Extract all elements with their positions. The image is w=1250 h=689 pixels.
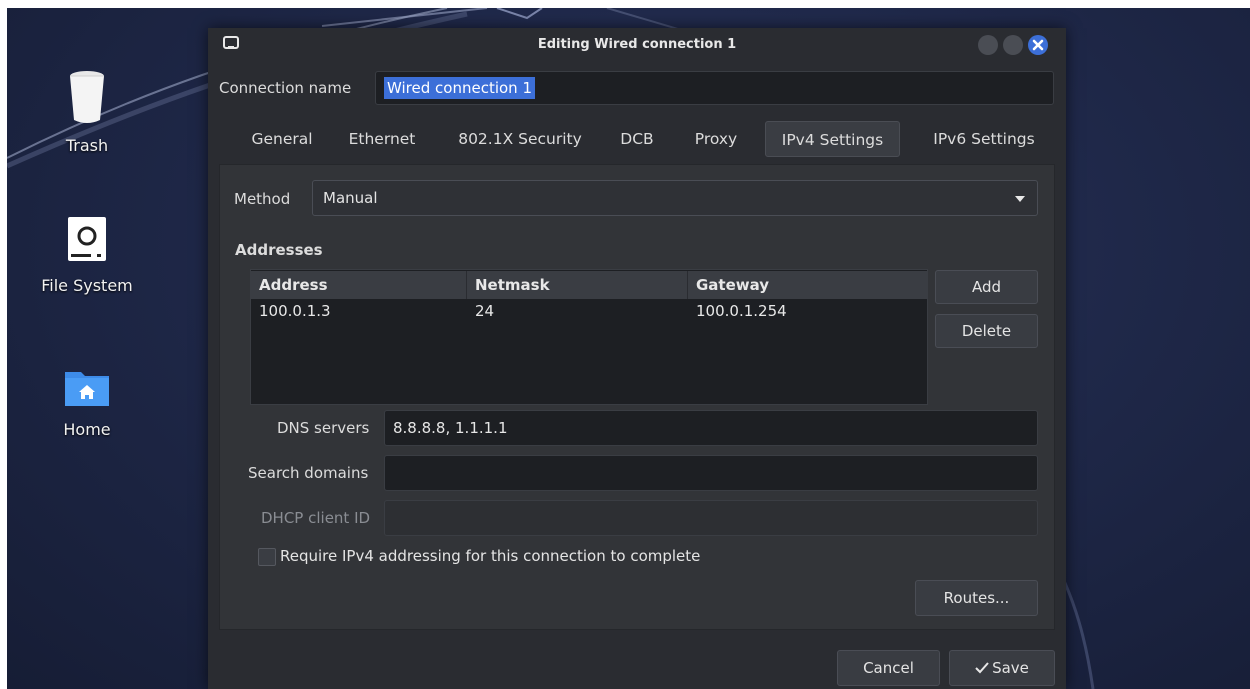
tab-ethernet[interactable]: Ethernet (340, 121, 424, 157)
require-ipv4-label[interactable]: Require IPv4 addressing for this connect… (280, 547, 700, 565)
routes-button[interactable]: Routes... (915, 580, 1038, 616)
dns-servers-value: 8.8.8.8, 1.1.1.1 (393, 419, 508, 437)
desktop-icon-label: Trash (65, 136, 109, 155)
close-icon (1032, 39, 1044, 51)
tab-general[interactable]: General (230, 121, 334, 157)
tab-proxy[interactable]: Proxy (686, 121, 746, 157)
method-dropdown[interactable]: Manual (312, 180, 1038, 216)
add-address-button[interactable]: Add (935, 270, 1038, 304)
cell-gateway[interactable]: 100.0.1.254 (688, 302, 787, 320)
desktop-icon-trash[interactable]: Trash (27, 70, 147, 155)
require-ipv4-checkbox[interactable] (258, 548, 276, 566)
delete-address-button[interactable]: Delete (935, 314, 1038, 348)
addresses-table[interactable]: Address Netmask Gateway 100.0.1.3 24 100… (250, 269, 928, 405)
maximize-button[interactable] (1003, 35, 1023, 55)
close-button[interactable] (1028, 35, 1048, 55)
dns-servers-input[interactable]: 8.8.8.8, 1.1.1.1 (384, 410, 1038, 446)
cell-address[interactable]: 100.0.1.3 (251, 302, 331, 320)
window-titlebar[interactable]: Editing Wired connection 1 (208, 28, 1066, 62)
drive-icon (68, 217, 106, 261)
save-button[interactable]: Save (949, 650, 1055, 686)
connection-name-input[interactable]: Wired connection 1 (375, 71, 1054, 105)
desktop-icon-file-system[interactable]: File System (27, 216, 147, 295)
desktop-icon-label: Home (63, 420, 111, 439)
dns-servers-label: DNS servers (277, 419, 370, 437)
column-header-netmask[interactable]: Netmask (467, 271, 688, 299)
method-label: Method (234, 190, 291, 208)
save-label: Save (992, 659, 1029, 677)
column-header-gateway[interactable]: Gateway (688, 271, 927, 299)
checkmark-icon (975, 662, 989, 674)
connection-editor-window: Editing Wired connection 1 Connection na… (208, 28, 1066, 689)
dhcp-client-id-input[interactable] (384, 500, 1038, 536)
ipv4-settings-panel: Method Manual Addresses Address Netmask … (219, 164, 1055, 630)
search-domains-label: Search domains (248, 464, 369, 482)
chevron-down-icon (1015, 196, 1025, 202)
desktop-icon-home[interactable]: Home (27, 362, 147, 439)
home-folder-icon (65, 372, 109, 406)
desktop-icon-label: File System (41, 276, 133, 295)
cell-netmask[interactable]: 24 (467, 302, 494, 320)
tab-8021x-security[interactable]: 802.1X Security (450, 121, 590, 157)
method-value: Manual (323, 189, 378, 207)
minimize-button[interactable] (978, 35, 998, 55)
dhcp-client-id-label: DHCP client ID (261, 509, 371, 527)
addresses-heading: Addresses (235, 241, 323, 259)
tab-ipv4-settings[interactable]: IPv4 Settings (765, 121, 900, 157)
column-header-address[interactable]: Address (251, 271, 467, 299)
tab-dcb[interactable]: DCB (608, 121, 666, 157)
cancel-button[interactable]: Cancel (837, 650, 940, 686)
trash-icon (70, 71, 104, 123)
connection-name-value: Wired connection 1 (384, 77, 535, 99)
connection-name-label: Connection name (219, 79, 352, 97)
window-title: Editing Wired connection 1 (537, 37, 737, 52)
tab-ipv6-settings[interactable]: IPv6 Settings (915, 121, 1053, 157)
search-domains-input[interactable] (384, 455, 1038, 491)
